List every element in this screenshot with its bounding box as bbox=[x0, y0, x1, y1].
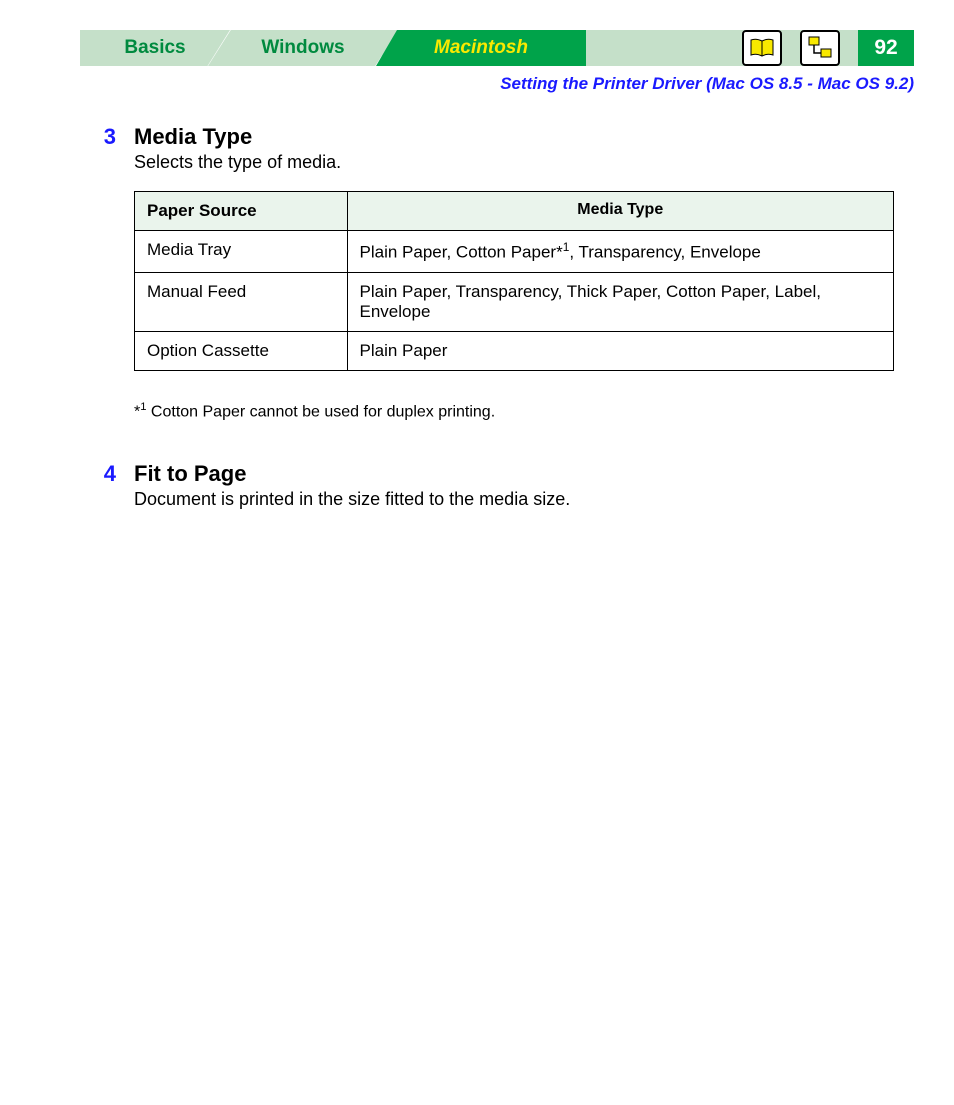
header-bar: 92 bbox=[586, 30, 914, 66]
cell-source: Option Cassette bbox=[135, 331, 348, 370]
header-tabs: Basics Windows Macintosh 92 bbox=[80, 30, 914, 66]
cell-text: , Transparency, Envelope bbox=[569, 243, 761, 262]
tab-basics[interactable]: Basics bbox=[80, 30, 230, 66]
table-header-row: Paper Source Media Type bbox=[135, 192, 894, 231]
step-number: 3 bbox=[98, 124, 116, 451]
book-icon[interactable] bbox=[742, 30, 782, 66]
step-number: 4 bbox=[98, 461, 116, 528]
th-paper-source: Paper Source bbox=[135, 192, 348, 231]
footnote: *1 Cotton Paper cannot be used for duple… bbox=[134, 401, 894, 421]
breadcrumb[interactable]: Setting the Printer Driver (Mac OS 8.5 -… bbox=[0, 74, 914, 94]
step-4: 4 Fit to Page Document is printed in the… bbox=[98, 461, 894, 528]
cell-source: Manual Feed bbox=[135, 272, 348, 331]
network-icon[interactable] bbox=[800, 30, 840, 66]
cell-media: Plain Paper, Transparency, Thick Paper, … bbox=[347, 272, 893, 331]
table-row: Media Tray Plain Paper, Cotton Paper*1, … bbox=[135, 231, 894, 273]
tab-label: Basics bbox=[124, 37, 185, 59]
tab-label: Windows bbox=[261, 37, 344, 59]
footnote-text: Cotton Paper cannot be used for duplex p… bbox=[146, 403, 495, 420]
media-table: Paper Source Media Type Media Tray Plain… bbox=[134, 191, 894, 371]
table-row: Manual Feed Plain Paper, Transparency, T… bbox=[135, 272, 894, 331]
cell-text: Plain Paper, Cotton Paper* bbox=[360, 243, 563, 262]
cell-media: Plain Paper, Cotton Paper*1, Transparenc… bbox=[347, 231, 893, 273]
tab-windows[interactable]: Windows bbox=[208, 30, 398, 66]
step-desc: Selects the type of media. bbox=[134, 152, 894, 173]
table-row: Option Cassette Plain Paper bbox=[135, 331, 894, 370]
step-title: Media Type bbox=[134, 124, 894, 150]
page-number: 92 bbox=[858, 30, 914, 66]
th-media-type: Media Type bbox=[347, 192, 893, 231]
tab-label: Macintosh bbox=[434, 37, 528, 59]
cell-source: Media Tray bbox=[135, 231, 348, 273]
tab-macintosh[interactable]: Macintosh bbox=[376, 30, 586, 66]
cell-media: Plain Paper bbox=[347, 331, 893, 370]
step-title: Fit to Page bbox=[134, 461, 894, 487]
page-number-text: 92 bbox=[874, 36, 897, 60]
step-desc: Document is printed in the size fitted t… bbox=[134, 489, 894, 510]
page-content: 3 Media Type Selects the type of media. … bbox=[98, 124, 894, 528]
step-3: 3 Media Type Selects the type of media. … bbox=[98, 124, 894, 451]
